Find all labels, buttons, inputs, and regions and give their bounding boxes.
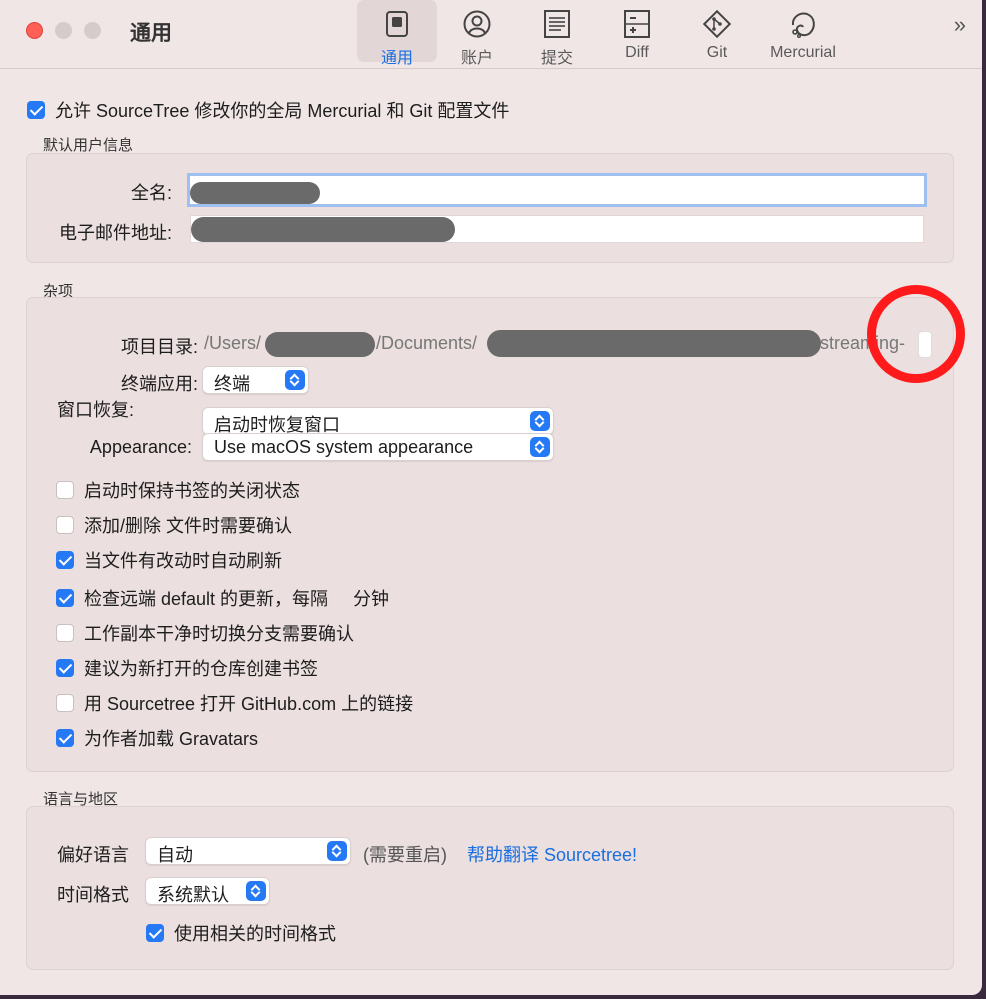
restart-note: (需要重启) [363, 845, 447, 865]
user-info-section-title: 默认用户信息 [43, 137, 134, 154]
option-check-remote[interactable]: 检查远端 default 的更新，每隔 分钟 [56, 585, 389, 611]
close-window-button[interactable] [26, 22, 43, 39]
option-open-github-links[interactable]: 用 Sourcetree 打开 GitHub.com 上的链接 [56, 690, 413, 716]
toolbar: 通用 通用 账户 提交 Diff Git Mercurial » [0, 0, 982, 69]
full-name-field[interactable] [187, 173, 927, 207]
confirm-branch-switch-label: 工作副本干净时切换分支需要确认 [84, 624, 354, 644]
option-auto-refresh[interactable]: 当文件有改动时自动刷新 [56, 547, 282, 573]
user-info-group: 全名: 电子邮件地址: [26, 153, 954, 263]
redacted-folder [487, 330, 821, 357]
auto-refresh-label: 当文件有改动时自动刷新 [84, 551, 282, 571]
general-switch-icon [386, 11, 408, 37]
time-format-value: 系统默认 [157, 885, 229, 905]
option-relative-time[interactable]: 使用相关的时间格式 [146, 920, 336, 946]
redacted-username [265, 332, 375, 357]
terminal-stepper-icon [285, 370, 305, 390]
check-remote-checkbox[interactable] [56, 589, 74, 607]
check-remote-label: 检查远端 default 的更新，每隔 分钟 [84, 589, 390, 609]
commit-document-icon [544, 10, 570, 38]
full-name-label: 全名: [130, 183, 172, 203]
auto-refresh-checkbox[interactable] [56, 551, 74, 569]
tab-accounts[interactable]: 账户 [445, 0, 509, 67]
preferences-window: 通用 通用 账户 提交 Diff Git Mercurial » 允许 Sour… [0, 0, 982, 995]
global-config-checkbox[interactable] [27, 101, 45, 119]
translate-link[interactable]: 帮助翻译 Sourcetree! [467, 841, 637, 867]
relative-time-label: 使用相关的时间格式 [174, 924, 336, 944]
redacted-email [191, 217, 455, 242]
open-github-links-label: 用 Sourcetree 打开 GitHub.com 上的链接 [84, 694, 414, 714]
tab-accounts-label: 账户 [460, 50, 493, 67]
language-select[interactable]: 自动 [145, 837, 351, 865]
minimize-window-button[interactable] [55, 22, 72, 39]
keep-bookmarks-closed-checkbox[interactable] [56, 481, 74, 499]
tab-mercurial[interactable]: Mercurial [760, 0, 846, 62]
zoom-window-button[interactable] [84, 22, 101, 39]
appearance-select[interactable]: Use macOS system appearance [202, 433, 554, 461]
tab-mercurial-label: Mercurial [770, 44, 836, 61]
load-gravatars-label: 为作者加载 Gravatars [84, 729, 259, 749]
appearance-value: Use macOS system appearance [214, 437, 474, 457]
option-keep-bookmarks-closed[interactable]: 启动时保持书签的关闭状态 [56, 477, 300, 503]
redacted-full-name [190, 182, 320, 204]
relative-time-checkbox[interactable] [146, 924, 164, 942]
annotation-red-circle [867, 285, 965, 383]
project-dir-documents: /Documents/ [376, 333, 478, 353]
tab-diff-label: Diff [625, 44, 649, 61]
tab-git[interactable]: Git [685, 0, 749, 62]
option-suggest-bookmark[interactable]: 建议为新打开的仓库创建书签 [56, 655, 318, 681]
window-title: 通用 [130, 22, 172, 45]
keep-bookmarks-closed-label: 启动时保持书签的关闭状态 [84, 481, 300, 501]
suggest-bookmark-label: 建议为新打开的仓库创建书签 [84, 659, 318, 679]
language-value: 自动 [157, 845, 193, 865]
confirm-branch-switch-checkbox[interactable] [56, 624, 74, 642]
option-confirm-add-remove[interactable]: 添加/删除 文件时需要确认 [56, 512, 292, 538]
time-format-stepper-icon [246, 881, 266, 901]
global-config-label: 允许 SourceTree 修改你的全局 Mercurial 和 Git 配置文… [55, 101, 510, 121]
option-load-gravatars[interactable]: 为作者加载 Gravatars [56, 725, 258, 751]
diff-icon [624, 10, 650, 38]
window-restore-select[interactable]: 启动时恢复窗口 [202, 407, 554, 435]
time-format-select[interactable]: 系统默认 [145, 877, 270, 905]
confirm-add-remove-checkbox[interactable] [56, 516, 74, 534]
git-diamond-icon [702, 9, 732, 39]
appearance-label: Appearance: [89, 437, 192, 457]
terminal-label: 终端应用: [120, 374, 198, 394]
tab-commit-label: 提交 [540, 50, 573, 67]
misc-group: 项目目录: /Users/ /Documents/ streaming- 终端应… [26, 297, 954, 772]
mercurial-icon [791, 12, 815, 39]
terminal-value: 终端 [214, 374, 250, 394]
confirm-add-remove-label: 添加/删除 文件时需要确认 [84, 516, 293, 536]
email-label: 电子邮件地址: [58, 223, 172, 243]
email-field[interactable] [190, 215, 924, 243]
tab-commit[interactable]: 提交 [525, 0, 589, 67]
language-label: 偏好语言 [57, 845, 129, 865]
window-restore-stepper-icon [530, 411, 550, 431]
option-confirm-branch-switch[interactable]: 工作副本干净时切换分支需要确认 [56, 620, 354, 646]
global-config-option[interactable]: 允许 SourceTree 修改你的全局 Mercurial 和 Git 配置文… [27, 97, 509, 123]
load-gravatars-checkbox[interactable] [56, 729, 74, 747]
time-format-label: 时间格式 [57, 885, 129, 905]
open-github-links-checkbox[interactable] [56, 694, 74, 712]
suggest-bookmark-checkbox[interactable] [56, 659, 74, 677]
project-dir-label: 项目目录: [120, 337, 198, 357]
tab-general-label: 通用 [380, 50, 413, 67]
language-stepper-icon [327, 841, 347, 861]
tab-diff[interactable]: Diff [605, 0, 669, 62]
tab-general[interactable]: 通用 [357, 0, 437, 67]
locale-group: 偏好语言 自动 (需要重启) 帮助翻译 Sourcetree! 时间格式 系统默… [26, 806, 954, 970]
terminal-select[interactable]: 终端 [202, 366, 309, 394]
project-dir-users: /Users/ [204, 333, 262, 353]
window-restore-label: 窗口恢复: [57, 400, 135, 420]
toolbar-overflow-button[interactable]: » [954, 12, 966, 38]
appearance-stepper-icon [530, 437, 550, 457]
tab-git-label: Git [706, 44, 728, 61]
account-person-icon [463, 10, 491, 38]
